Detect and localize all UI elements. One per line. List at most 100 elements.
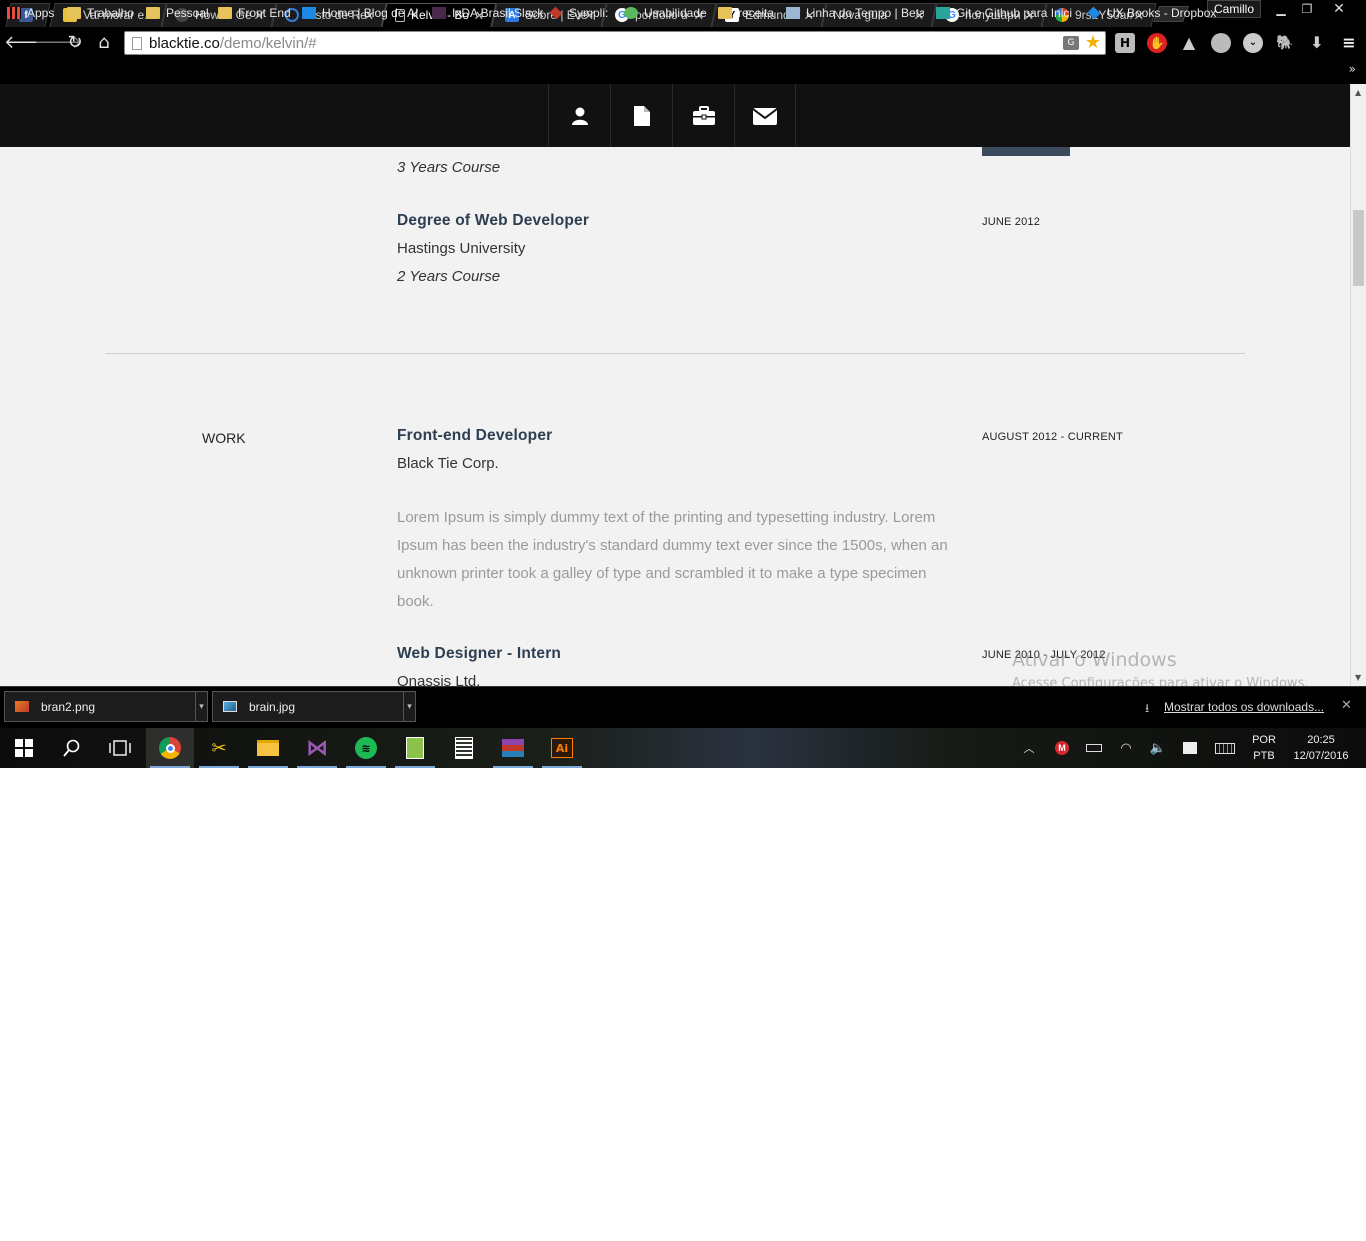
- bookmark-linha-do-tempo[interactable]: Linha do Tempo | Beta: [786, 4, 924, 22]
- envelope-icon: [752, 107, 778, 125]
- chevron-down-icon[interactable]: ▾: [195, 692, 207, 721]
- download-shelf: bran2.png ▾ brain.jpg ▾ ⭳ Mostrar todos …: [0, 686, 1366, 728]
- evernote-extension-icon[interactable]: 🐘: [1275, 33, 1295, 53]
- education-school: Hastings University: [397, 240, 526, 257]
- back-icon[interactable]: 🡐: [4, 32, 52, 54]
- bookmark-label: Pessoal: [166, 6, 209, 20]
- reload-icon[interactable]: ↻: [63, 32, 87, 54]
- wifi-icon: ◠: [1120, 740, 1132, 755]
- bookmark-apps[interactable]: Apps: [7, 4, 54, 22]
- bookmark-trabalho[interactable]: Trabalho: [67, 4, 134, 22]
- close-window-icon[interactable]: ✕: [1326, 0, 1352, 18]
- bookmark-sympli[interactable]: Sympli:: [549, 4, 608, 22]
- tray-battery[interactable]: [1082, 728, 1106, 768]
- h-extension-icon[interactable]: H: [1115, 33, 1135, 53]
- download-filename: brain.jpg: [249, 699, 296, 714]
- menu-icon[interactable]: ≡: [1339, 33, 1359, 53]
- windows-icon: [15, 739, 33, 757]
- clock-time: 20:25: [1307, 734, 1335, 746]
- education-title: Degree of Web Developer: [397, 212, 590, 229]
- page-scrollbar[interactable]: ▲ ▼: [1350, 84, 1366, 686]
- work-section-label: WORK: [202, 430, 246, 446]
- job-title: Web Designer - Intern: [397, 645, 562, 662]
- show-all-downloads-link[interactable]: Mostrar todos os downloads...: [1164, 700, 1324, 714]
- windows-activation-title: Ativar o Windows: [1012, 649, 1177, 671]
- bookmark-pessoal[interactable]: Pessoal: [146, 4, 209, 22]
- tray-wifi[interactable]: ◠: [1114, 728, 1138, 768]
- taskbar-spreadsheet[interactable]: [391, 728, 439, 768]
- taskbar-calculator[interactable]: [440, 728, 488, 768]
- language-indicator[interactable]: POR PTB: [1248, 732, 1280, 764]
- home-icon[interactable]: ⌂: [92, 32, 116, 54]
- winrar-icon: [502, 739, 524, 757]
- taskbar-file-explorer[interactable]: [244, 728, 292, 768]
- bookmark-ux-books[interactable]: UX Books - Dropbox: [1087, 4, 1216, 22]
- user-icon: [571, 107, 588, 125]
- scroll-up-icon[interactable]: ▲: [1355, 88, 1361, 97]
- bookmark-receita[interactable]: receita: [718, 4, 774, 22]
- taskbar-illustrator[interactable]: Ai: [538, 728, 586, 768]
- tray-notifications[interactable]: [1178, 728, 1202, 768]
- bookmark-blog-ai[interactable]: Home | Blog de AI: [302, 4, 419, 22]
- page-viewport: 3 Years Course Degree of Web Developer J…: [0, 84, 1350, 686]
- nav-portfolio[interactable]: [672, 84, 734, 147]
- taskbar-visual-studio[interactable]: ⋈: [293, 728, 341, 768]
- keyboard-icon: [1215, 742, 1235, 754]
- download-item[interactable]: brain.jpg ▾: [212, 691, 416, 722]
- taskbar-spotify[interactable]: ≋: [342, 728, 390, 768]
- restore-icon[interactable]: ❐: [1294, 0, 1320, 18]
- star-icon[interactable]: ★: [1085, 32, 1101, 53]
- close-icon[interactable]: ✕: [1341, 698, 1352, 713]
- forward-icon[interactable]: 🡒: [34, 32, 82, 54]
- taskbar-tools[interactable]: ✂: [195, 728, 243, 768]
- tray-mega[interactable]: M: [1050, 728, 1074, 768]
- folder-icon: [718, 7, 732, 19]
- scroll-down-icon[interactable]: ▼: [1355, 673, 1361, 682]
- site-navbar: [0, 84, 1350, 147]
- more-bookmarks-icon[interactable]: »: [1349, 62, 1356, 76]
- translate-icon[interactable]: G: [1063, 36, 1079, 50]
- show-hidden-icons[interactable]: ︿: [1018, 728, 1040, 768]
- running-indicator: [150, 766, 190, 768]
- tray-keyboard[interactable]: [1210, 728, 1240, 768]
- battery-icon: [1086, 744, 1102, 752]
- running-indicator: [346, 766, 386, 768]
- bookmark-ixda-slack[interactable]: IxDA Brasil Slack: [432, 4, 543, 22]
- chevron-down-icon[interactable]: ▾: [403, 692, 415, 721]
- scroll-thumb[interactable]: [1353, 210, 1364, 286]
- keyboard-layout: PTB: [1253, 750, 1275, 762]
- bookmark-usabilidade[interactable]: Usabilidade: [624, 4, 707, 22]
- tray-volume[interactable]: 🔈: [1146, 728, 1170, 768]
- taskbar-winrar[interactable]: [489, 728, 537, 768]
- circle-extension-icon[interactable]: [1211, 33, 1231, 53]
- taskbar-chrome[interactable]: [146, 728, 194, 768]
- bookmark-git-github[interactable]: Git e Github para Inici: [936, 4, 1084, 22]
- download-item[interactable]: bran2.png ▾: [4, 691, 208, 722]
- start-button[interactable]: [0, 728, 48, 768]
- drive-icon[interactable]: ▲: [1179, 33, 1199, 53]
- usability-icon: [624, 7, 638, 19]
- address-bar[interactable]: blacktie.co/demo/kelvin/# G ★: [124, 31, 1106, 55]
- slack-icon: [432, 7, 446, 19]
- bookmark-front-end[interactable]: Front End: [218, 4, 291, 22]
- system-clock[interactable]: 20:25 12/07/2016: [1288, 732, 1354, 764]
- calculator-icon: [455, 737, 473, 759]
- bookmark-label: Apps: [27, 6, 55, 20]
- folder-icon: [218, 7, 232, 19]
- download-arrow-icon[interactable]: ⬇: [1307, 33, 1327, 53]
- bookmark-label: Trabalho: [87, 6, 134, 20]
- bookmark-label: Front End: [238, 6, 291, 20]
- tools-icon: ✂: [211, 737, 227, 759]
- minimize-icon[interactable]: ▁: [1268, 0, 1294, 18]
- nav-about[interactable]: [548, 84, 610, 147]
- education-duration: 2 Years Course: [397, 268, 501, 285]
- nav-contact[interactable]: [734, 84, 796, 147]
- search-button[interactable]: [48, 728, 96, 768]
- pocket-icon[interactable]: ⌄: [1243, 33, 1263, 53]
- ai-icon: [302, 7, 316, 19]
- nav-resume[interactable]: [610, 84, 672, 147]
- task-view-button[interactable]: [96, 728, 144, 768]
- adblock-icon[interactable]: ✋: [1147, 33, 1167, 53]
- timeline-icon: [786, 7, 800, 19]
- spreadsheet-icon: [406, 737, 424, 759]
